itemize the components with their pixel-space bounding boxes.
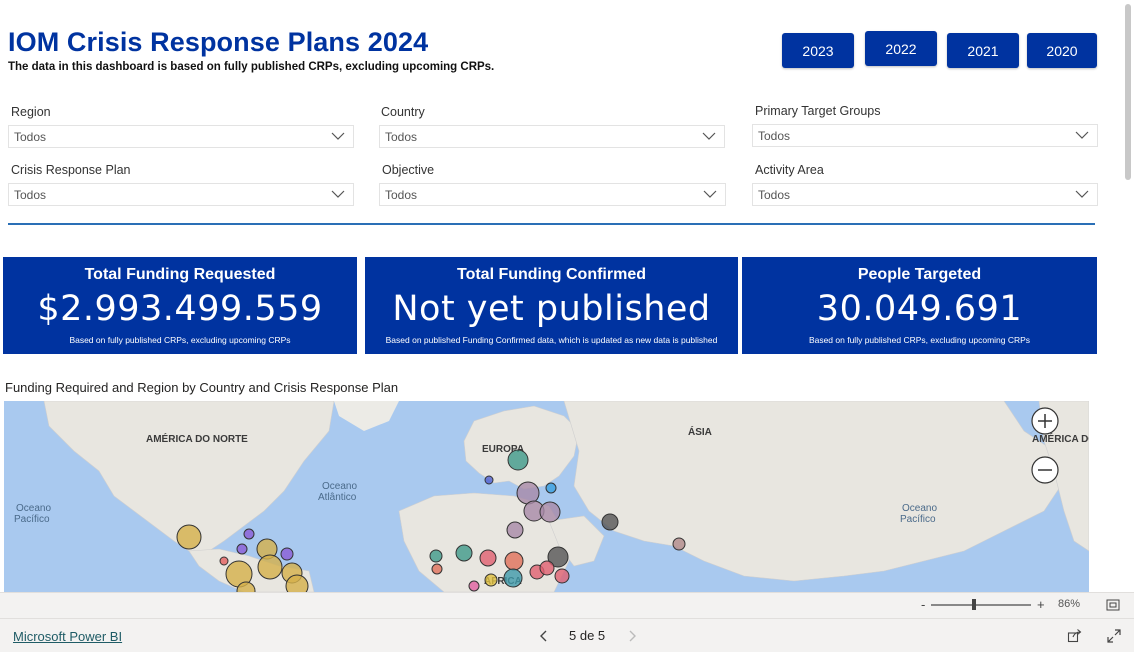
map-bubble[interactable] [503, 568, 523, 588]
map-bubble[interactable] [280, 547, 294, 561]
card-people-targeted: People Targeted 30.049.691 Based on full… [742, 257, 1097, 354]
card-total-funding-requested: Total Funding Requested $2.993.499.559 B… [3, 257, 357, 354]
activity-area-dropdown-value: Todos [758, 187, 791, 202]
map-title: Funding Required and Region by Country a… [5, 380, 399, 395]
funding-map[interactable]: AMÉRICA DO NORTE EUROPA ÁSIA AMÉRICA DO … [4, 401, 1089, 592]
filter-label-crisis-response-plan: Crisis Response Plan [11, 163, 131, 177]
label-ocean-pacific-left: Oceano Pacífico [14, 503, 51, 525]
chevron-down-icon [702, 132, 716, 140]
footer-bar: Microsoft Power BI 5 de 5 [0, 618, 1134, 652]
zoom-plus-button[interactable]: + [1037, 597, 1045, 612]
next-page-icon[interactable] [627, 629, 637, 643]
map-bubble[interactable] [236, 543, 248, 555]
label-north-america: AMÉRICA DO NORTE [146, 432, 248, 445]
filter-label-primary-target-groups: Primary Target Groups [755, 104, 881, 118]
map-bubble[interactable] [601, 513, 619, 531]
primary-target-groups-dropdown-value: Todos [758, 128, 791, 143]
label-ocean-atlantic: Oceano Atlântico [318, 481, 357, 503]
page-subtitle: The data in this dashboard is based on f… [8, 61, 495, 73]
map-bubble[interactable] [429, 549, 443, 563]
card-value: Not yet published [392, 289, 711, 329]
scrollbar-thumb[interactable] [1125, 4, 1131, 180]
chevron-down-icon [331, 190, 345, 198]
map-bubble[interactable] [176, 524, 202, 550]
filter-label-country: Country [381, 105, 425, 119]
year-button-2020[interactable]: 2020 [1027, 33, 1097, 68]
map-bubble[interactable] [285, 574, 309, 592]
chevron-down-icon [703, 190, 717, 198]
objective-dropdown[interactable]: Todos [379, 183, 726, 206]
map-bubble[interactable] [672, 537, 686, 551]
objective-dropdown-value: Todos [385, 187, 418, 202]
zoom-slider-track[interactable] [931, 604, 1031, 606]
map-bubble[interactable] [484, 475, 494, 485]
filter-label-activity-area: Activity Area [755, 163, 824, 177]
primary-target-groups-dropdown[interactable]: Todos [752, 124, 1098, 147]
zoom-in-icon[interactable] [1031, 407, 1059, 435]
map-bubble[interactable] [484, 573, 498, 587]
map-bubble[interactable] [431, 563, 443, 575]
vertical-scrollbar[interactable] [1122, 0, 1134, 592]
map-bubble[interactable] [468, 580, 480, 592]
chevron-down-icon [331, 132, 345, 140]
card-value: 30.049.691 [816, 289, 1023, 329]
country-dropdown-value: Todos [385, 129, 418, 144]
chevron-down-icon [1075, 190, 1089, 198]
share-icon[interactable] [1067, 628, 1082, 643]
card-total-funding-confirmed: Total Funding Confirmed Not yet publishe… [365, 257, 738, 354]
map-bubble[interactable] [554, 568, 570, 584]
zoom-out-icon[interactable] [1031, 456, 1059, 484]
card-value: $2.993.499.559 [37, 289, 323, 329]
year-button-2023[interactable]: 2023 [782, 33, 854, 68]
card-note: Based on fully published CRPs, excluding… [808, 335, 1031, 345]
filter-label-region: Region [11, 105, 51, 119]
card-note: Based on fully published CRPs, excluding… [69, 335, 291, 345]
map-bubble[interactable] [219, 556, 229, 566]
filter-label-objective: Objective [382, 163, 435, 177]
power-bi-link[interactable]: Microsoft Power BI [13, 629, 122, 644]
map-bubble[interactable] [507, 449, 529, 471]
year-button-2022[interactable]: 2022 [865, 31, 937, 66]
card-title: Total Funding Confirmed [456, 266, 646, 283]
fit-page-icon[interactable] [1106, 599, 1120, 611]
region-dropdown[interactable]: Todos [8, 125, 354, 148]
year-button-2021[interactable]: 2021 [947, 33, 1019, 68]
zoom-slider-thumb[interactable] [972, 599, 976, 610]
crisis-response-plan-dropdown-value: Todos [14, 187, 47, 202]
map-bubble[interactable] [539, 560, 555, 576]
card-title: Total Funding Requested [84, 266, 276, 283]
divider-line [8, 223, 1095, 225]
map-bubble[interactable] [243, 528, 255, 540]
prev-page-icon[interactable] [539, 629, 549, 643]
activity-area-dropdown[interactable]: Todos [752, 183, 1098, 206]
report-canvas: IOM Crisis Response Plans 2024 The data … [0, 0, 1134, 592]
map-bubble[interactable] [506, 521, 524, 539]
label-north-america-right: AMÉRICA DO [1032, 432, 1089, 445]
map-svg[interactable]: AMÉRICA DO NORTE EUROPA ÁSIA AMÉRICA DO … [4, 401, 1089, 592]
label-asia: ÁSIA [688, 425, 712, 438]
page-title: IOM Crisis Response Plans 2024 [8, 27, 429, 57]
crisis-response-plan-dropdown[interactable]: Todos [8, 183, 354, 206]
label-ocean-pacific-right: Oceano Pacífico [900, 503, 937, 525]
zoom-minus-button[interactable]: - [921, 597, 925, 612]
country-dropdown[interactable]: Todos [379, 125, 725, 148]
map-bubble[interactable] [539, 501, 561, 523]
card-note: Based on published Funding Confirmed dat… [385, 335, 718, 345]
chevron-down-icon [1075, 131, 1089, 139]
map-bubble[interactable] [504, 551, 524, 571]
map-bubble[interactable] [545, 482, 557, 494]
zoom-bar: - + 86% [0, 592, 1134, 618]
map-bubble[interactable] [479, 549, 497, 567]
zoom-level: 86% [1058, 598, 1081, 610]
page-indicator: 5 de 5 [569, 628, 606, 643]
map-bubble[interactable] [455, 544, 473, 562]
card-title: People Targeted [857, 266, 982, 283]
fullscreen-icon[interactable] [1107, 629, 1121, 643]
map-bubble[interactable] [257, 554, 283, 580]
region-dropdown-value: Todos [14, 129, 47, 144]
